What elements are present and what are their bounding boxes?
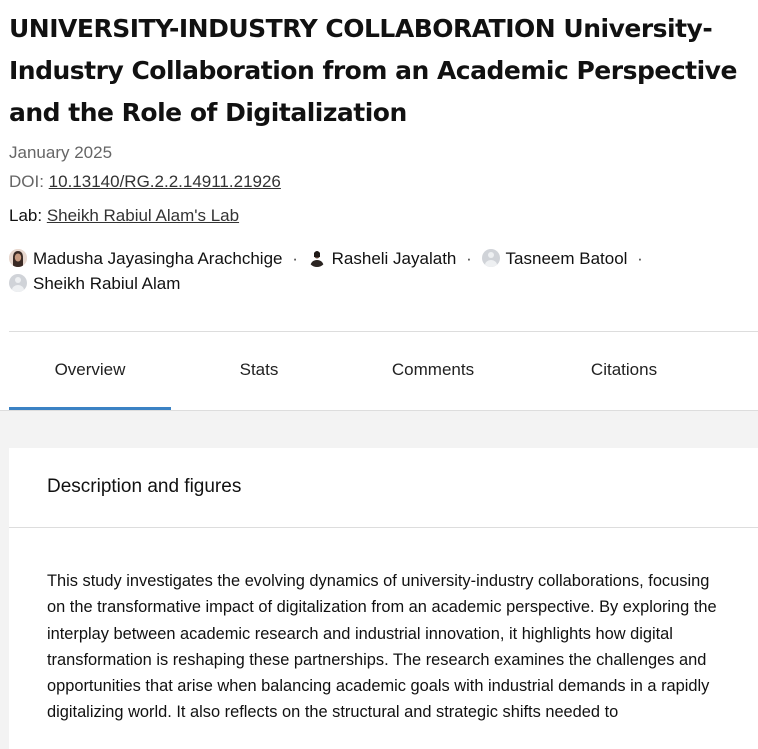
author-item[interactable]: Tasneem Batool bbox=[477, 249, 632, 268]
author-item[interactable]: Rasheli Jayalath bbox=[303, 249, 461, 268]
doi-row: DOI: 10.13140/RG.2.2.14911.21926 bbox=[9, 172, 281, 192]
user-placeholder-icon bbox=[481, 249, 500, 267]
description-card: Description and figures This study inves… bbox=[9, 448, 758, 749]
tab-overview[interactable]: Overview bbox=[9, 332, 171, 408]
tab-bar: Overview Stats Comments Citations bbox=[9, 332, 758, 410]
lab-link[interactable]: Sheikh Rabiul Alam's Lab bbox=[47, 206, 239, 225]
author-list: Madusha Jayasingha Arachchige · Rasheli … bbox=[9, 246, 739, 296]
author-name: Sheikh Rabiul Alam bbox=[33, 274, 181, 293]
card-divider bbox=[9, 527, 758, 528]
author-avatar bbox=[307, 249, 326, 267]
author-avatar bbox=[9, 249, 27, 267]
tab-stats[interactable]: Stats bbox=[199, 332, 319, 408]
user-placeholder-icon bbox=[9, 274, 27, 292]
author-separator: · bbox=[292, 249, 298, 268]
publication-date: January 2025 bbox=[9, 143, 113, 162]
tab-bar-divider bbox=[0, 410, 758, 411]
lab-row: Lab: Sheikh Rabiul Alam's Lab bbox=[9, 206, 239, 226]
description-text: This study investigates the evolving dyn… bbox=[47, 572, 717, 722]
tab-citations[interactable]: Citations bbox=[569, 332, 679, 408]
tab-comments[interactable]: Comments bbox=[371, 332, 495, 408]
publication-page: UNIVERSITY-INDUSTRY COLLABORATION Univer… bbox=[0, 0, 758, 749]
author-name: Rasheli Jayalath bbox=[331, 249, 457, 268]
lab-label: Lab: bbox=[9, 206, 47, 225]
author-name: Madusha Jayasingha Arachchige bbox=[33, 249, 283, 268]
author-item[interactable]: Sheikh Rabiul Alam bbox=[9, 274, 180, 293]
doi-label: DOI: bbox=[9, 172, 49, 191]
author-item[interactable]: Madusha Jayasingha Arachchige bbox=[9, 249, 287, 268]
publication-title: UNIVERSITY-INDUSTRY COLLABORATION Univer… bbox=[9, 14, 737, 127]
section-title: Description and figures bbox=[47, 476, 242, 497]
author-name: Tasneem Batool bbox=[505, 249, 628, 268]
doi-link[interactable]: 10.13140/RG.2.2.14911.21926 bbox=[49, 172, 281, 191]
author-separator: · bbox=[637, 249, 643, 268]
author-separator: · bbox=[466, 249, 472, 268]
